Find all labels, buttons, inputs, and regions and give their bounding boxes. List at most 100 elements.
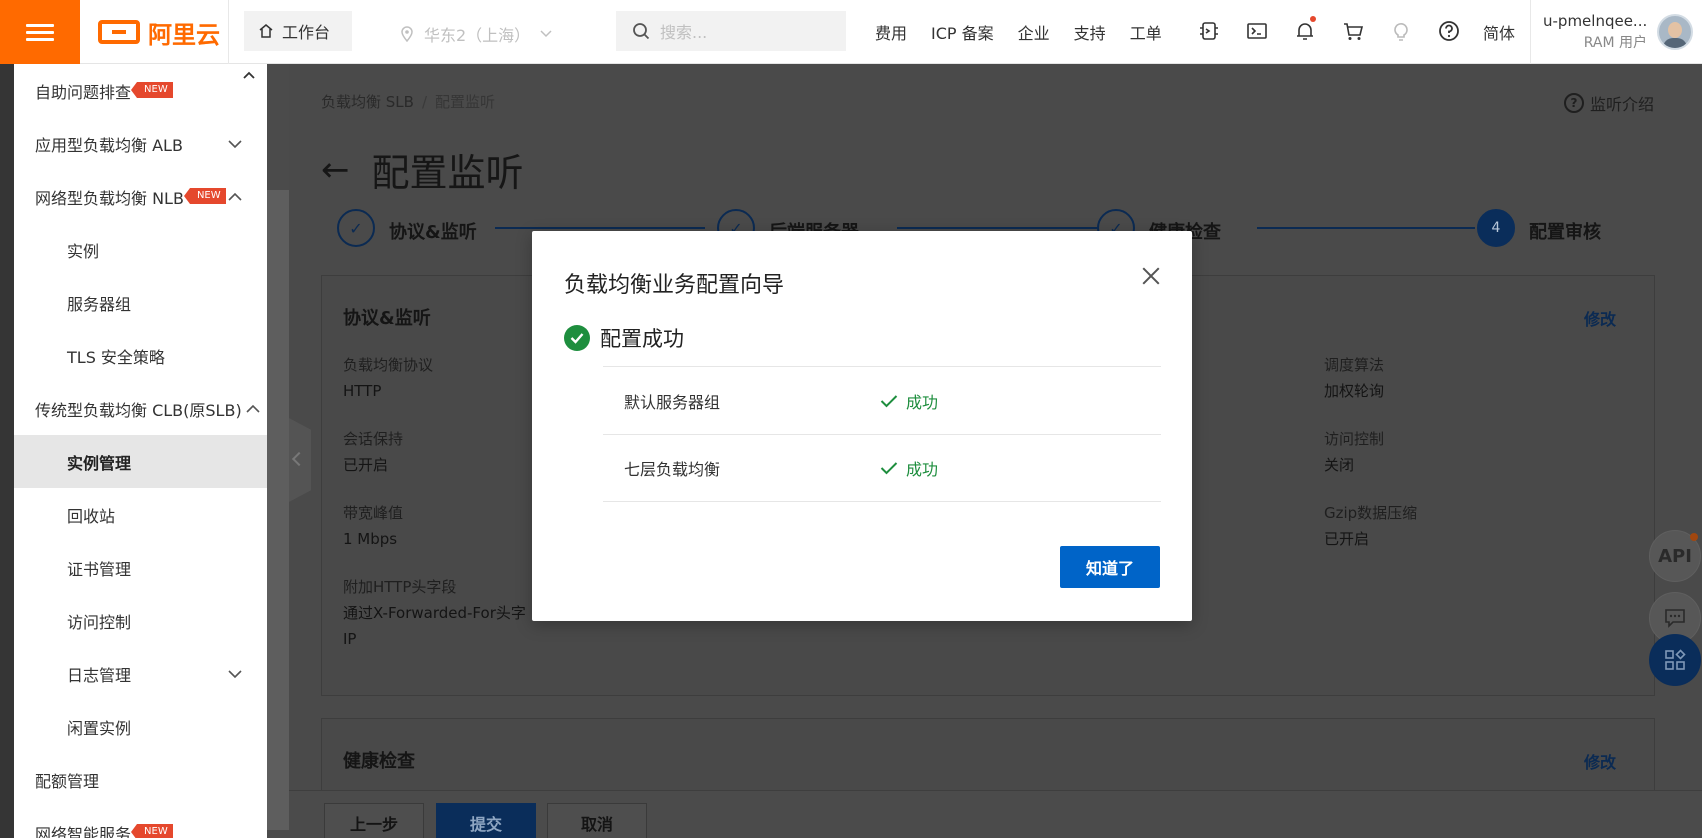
- result-status-text: 成功: [906, 392, 939, 412]
- field-value: IP: [343, 630, 357, 648]
- field-key: Gzip数据压缩: [1324, 504, 1418, 522]
- field-value: 关闭: [1324, 456, 1355, 474]
- question-icon: ?: [1563, 93, 1584, 113]
- close-icon[interactable]: [1140, 265, 1162, 287]
- user-role: RAM 用户: [1583, 35, 1647, 51]
- sidebar-item-idle-instances[interactable]: 闲置实例: [14, 700, 267, 753]
- step-label: 配置审核: [1529, 222, 1601, 243]
- chevron-down-icon: [540, 30, 552, 38]
- sidebar-item-label: 实例管理: [67, 453, 132, 473]
- got-it-button[interactable]: 知道了: [1060, 546, 1160, 588]
- sidebar-item-nlb[interactable]: 网络型负载均衡 NLB NEW: [14, 170, 267, 223]
- field-key: 负载均衡协议: [343, 356, 434, 374]
- aliyun-logo[interactable]: 阿里云: [98, 16, 220, 49]
- field-access-control: 访问控制 关闭: [1324, 426, 1384, 478]
- field-key: 会话保持: [343, 430, 404, 448]
- sidebar-item-instance-management[interactable]: 实例管理: [14, 435, 267, 488]
- sidebar-item-certificates[interactable]: 证书管理: [14, 541, 267, 594]
- sidebar-item-logs[interactable]: 日志管理: [14, 647, 267, 700]
- sidebar-item-label: 闲置实例: [67, 718, 132, 738]
- sidebar-item-label: 实例: [67, 241, 100, 261]
- card-title: 健康检查: [343, 751, 415, 772]
- search-input[interactable]: 搜索...: [616, 11, 846, 51]
- menu-icon[interactable]: [0, 0, 80, 64]
- prev-step-button[interactable]: 上一步: [324, 803, 424, 838]
- user-info[interactable]: u-pmelnqee... RAM 用户: [1543, 10, 1647, 54]
- sidebar-item-label: 证书管理: [67, 559, 132, 579]
- listener-intro-link[interactable]: ? 监听介绍: [1563, 91, 1654, 115]
- sidebar-item-alb[interactable]: 应用型负载均衡 ALB: [14, 117, 267, 170]
- listener-intro-label: 监听介绍: [1589, 95, 1654, 114]
- back-arrow-icon[interactable]: ←: [321, 150, 350, 190]
- result-status-text: 成功: [906, 460, 939, 479]
- result-name: 七层负载均衡: [624, 460, 721, 479]
- sidebar-item-label: 网络型负载均衡 NLB: [35, 188, 184, 208]
- sidebar-item-server-groups[interactable]: 服务器组: [14, 276, 267, 329]
- sidebar-item-network-intelligence[interactable]: 网络智能服务 NEW: [14, 806, 267, 838]
- help-icon[interactable]: [1436, 18, 1462, 44]
- breadcrumb-slb[interactable]: 负载均衡 SLB: [321, 93, 414, 111]
- success-header: 配置成功: [564, 323, 684, 353]
- sidebar-item-access-control[interactable]: 访问控制: [14, 594, 267, 647]
- edit-link[interactable]: 修改: [1584, 749, 1616, 773]
- new-badge: NEW: [184, 187, 226, 204]
- top-bar: 阿里云 工作台 华东2（上海） 搜索... 费用 ICP 备案 企业 支持 工单…: [0, 0, 1702, 64]
- footer-actions: 上一步 提交 取消: [289, 790, 1702, 838]
- nav-fees[interactable]: 费用: [875, 20, 907, 44]
- terminal-icon[interactable]: [1244, 18, 1270, 44]
- cart-icon[interactable]: [1340, 18, 1366, 44]
- nav-support[interactable]: 支持: [1074, 20, 1106, 44]
- divider: [1530, 0, 1531, 64]
- sidebar-item-label: 配额管理: [35, 771, 100, 791]
- workbench-button[interactable]: 工作台: [244, 11, 352, 51]
- field-bandwidth: 带宽峰值 1 Mbps: [343, 500, 403, 552]
- bell-icon[interactable]: [1292, 16, 1318, 44]
- nav-icp[interactable]: ICP 备案: [931, 20, 994, 44]
- avatar[interactable]: [1657, 14, 1693, 50]
- edit-link[interactable]: 修改: [1584, 306, 1616, 330]
- sidebar-item-label: 网络智能服务: [35, 824, 132, 838]
- nav-enterprise[interactable]: 企业: [1018, 20, 1050, 44]
- sidebar-item-self-diagnosis[interactable]: 自助问题排查 NEW: [14, 64, 267, 117]
- field-protocol: 负载均衡协议 HTTP: [343, 352, 433, 404]
- scroll-up-icon[interactable]: [241, 68, 257, 84]
- success-text: 配置成功: [600, 327, 684, 351]
- sidebar-item-instances[interactable]: 实例: [14, 223, 267, 276]
- api-button[interactable]: API: [1649, 530, 1701, 582]
- result-table: 默认服务器组 成功 七层负载均衡 成功: [603, 366, 1161, 502]
- divider: [228, 0, 229, 64]
- search-icon: [633, 23, 650, 40]
- sidebar-scroll-thumb[interactable]: [267, 190, 289, 830]
- submit-button[interactable]: 提交: [436, 803, 536, 838]
- notification-dot: [1690, 533, 1698, 541]
- language-switch[interactable]: 简体: [1483, 20, 1515, 44]
- result-name: 默认服务器组: [624, 392, 721, 412]
- bulb-icon[interactable]: [1388, 18, 1414, 44]
- notification-dot: [1310, 16, 1316, 22]
- cloud-shell-icon[interactable]: [1196, 18, 1222, 44]
- sidebar-item-label: 自助问题排查: [35, 82, 132, 102]
- nav-tickets[interactable]: 工单: [1130, 20, 1162, 44]
- sidebar-item-label: 回收站: [67, 506, 116, 526]
- card-title: 协议&监听: [343, 308, 431, 329]
- breadcrumb-separator: /: [421, 93, 427, 111]
- apps-icon[interactable]: [1649, 634, 1701, 686]
- cancel-button[interactable]: 取消: [547, 803, 647, 838]
- grid-icon: [1665, 649, 1686, 670]
- search-placeholder: 搜索...: [660, 23, 708, 42]
- check-icon: [880, 394, 898, 407]
- page-title: ← 配置监听: [321, 142, 524, 197]
- sidebar-item-clb[interactable]: 传统型负载均衡 CLB(原SLB): [14, 382, 267, 435]
- field-value: 已开启: [1324, 530, 1370, 548]
- sidebar-item-recycle-bin[interactable]: 回收站: [14, 488, 267, 541]
- check-icon: [880, 462, 898, 475]
- top-nav: 费用 ICP 备案 企业 支持 工单: [875, 20, 1162, 44]
- sidebar-item-tls-policy[interactable]: TLS 安全策略: [14, 329, 267, 382]
- sidebar-collapse-handle[interactable]: [289, 418, 311, 502]
- region-label: 华东2（上海）: [424, 26, 531, 45]
- sidebar-item-quota[interactable]: 配额管理: [14, 753, 267, 806]
- config-wizard-dialog: 负载均衡业务配置向导 配置成功 默认服务器组 成功 七层负载均衡 成功 知道了: [532, 231, 1192, 621]
- region-selector[interactable]: 华东2（上海）: [400, 22, 552, 46]
- table-row: 七层负载均衡 成功: [603, 434, 1161, 502]
- field-key: 附加HTTP头字段: [343, 578, 457, 596]
